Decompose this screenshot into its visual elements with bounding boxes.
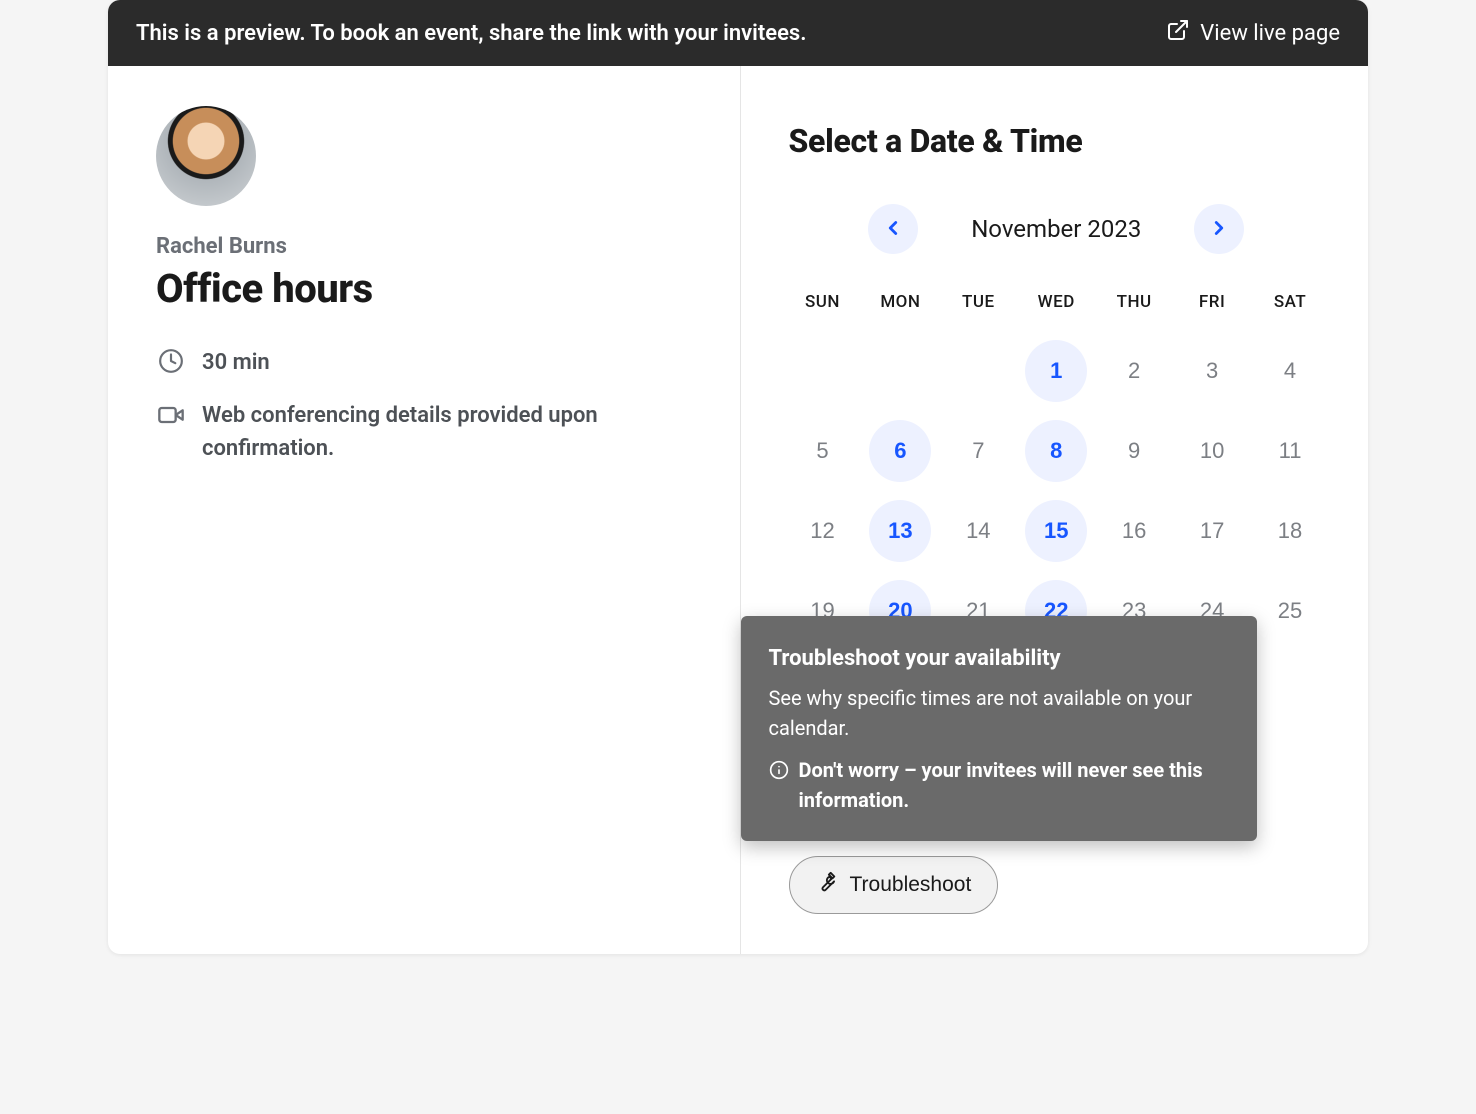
chevron-left-icon: [882, 217, 904, 242]
preview-banner: This is a preview. To book an event, sha…: [108, 0, 1368, 66]
troubleshoot-tooltip: Troubleshoot your availability See why s…: [741, 616, 1257, 841]
calendar-day-unavailable: 7: [947, 420, 1009, 482]
info-icon: [769, 758, 789, 788]
calendar-day-unavailable: 5: [791, 420, 853, 482]
external-link-icon: [1166, 18, 1190, 48]
calendar-cell: 6: [866, 420, 934, 482]
calendar-cell: [866, 340, 934, 402]
dow-header: SUN: [789, 286, 857, 322]
location-row: Web conferencing details provided upon c…: [156, 399, 692, 465]
calendar-day-unavailable: 10: [1181, 420, 1243, 482]
calendar-day-available[interactable]: 1: [1025, 340, 1087, 402]
calendar-day-unavailable: 4: [1259, 340, 1321, 402]
troubleshoot-label: Troubleshoot: [850, 873, 972, 897]
calendar-grid: SUNMONTUEWEDTHUFRISAT1234567891011121314…: [789, 286, 1325, 642]
calendar-cell: 17: [1178, 500, 1246, 562]
calendar-cell: 2: [1100, 340, 1168, 402]
month-label: November 2023: [946, 215, 1166, 243]
tooltip-subtitle: See why specific times are not available…: [769, 683, 1229, 743]
calendar-cell: 5: [789, 420, 857, 482]
troubleshoot-button[interactable]: Troubleshoot: [789, 856, 999, 914]
calendar-day-available[interactable]: 6: [869, 420, 931, 482]
calendar-cell: 15: [1022, 500, 1090, 562]
calendar-cell: [789, 340, 857, 402]
calendar-cell: 8: [1022, 420, 1090, 482]
chevron-right-icon: [1208, 217, 1230, 242]
calendar-panel: Select a Date & Time November 2023 SUNMO…: [741, 66, 1369, 954]
dow-header: WED: [1022, 286, 1090, 322]
dow-header: TUE: [944, 286, 1012, 322]
calendar-cell: 18: [1256, 500, 1324, 562]
calendar-day-available[interactable]: 13: [869, 500, 931, 562]
calendar-day-unavailable: 16: [1103, 500, 1165, 562]
duration-row: 30 min: [156, 346, 692, 379]
host-name: Rachel Burns: [156, 234, 692, 259]
calendar-cell: 13: [866, 500, 934, 562]
calendar-day-unavailable: 18: [1259, 500, 1321, 562]
event-details-panel: Rachel Burns Office hours 30 min Web con…: [108, 66, 741, 954]
dow-header: THU: [1100, 286, 1168, 322]
view-live-page-link[interactable]: View live page: [1166, 18, 1340, 48]
calendar-cell: 12: [789, 500, 857, 562]
calendar-cell: [944, 340, 1012, 402]
host-avatar: [156, 106, 256, 206]
duration-text: 30 min: [202, 346, 270, 379]
calendar-day-unavailable: 12: [791, 500, 853, 562]
prev-month-button[interactable]: [868, 204, 918, 254]
calendar-cell: 3: [1178, 340, 1246, 402]
calendar-cell: 14: [944, 500, 1012, 562]
tooltip-note: Don't worry – your invitees will never s…: [799, 755, 1229, 815]
calendar-day-unavailable: 2: [1103, 340, 1165, 402]
clock-icon: [156, 346, 186, 374]
calendar-day-available[interactable]: 15: [1025, 500, 1087, 562]
location-text: Web conferencing details provided upon c…: [202, 399, 662, 465]
calendar-nav: November 2023: [789, 204, 1325, 254]
preview-banner-text: This is a preview. To book an event, sha…: [136, 21, 807, 46]
calendar-cell: 4: [1256, 340, 1324, 402]
calendar-cell: 11: [1256, 420, 1324, 482]
calendar-day-unavailable: 17: [1181, 500, 1243, 562]
booking-preview-card: This is a preview. To book an event, sha…: [108, 0, 1368, 954]
calendar-day-unavailable: 11: [1259, 420, 1321, 482]
calendar-day-unavailable: 3: [1181, 340, 1243, 402]
video-icon: [156, 399, 186, 429]
calendar-day-unavailable: 9: [1103, 420, 1165, 482]
tooltip-title: Troubleshoot your availability: [769, 642, 1229, 675]
calendar-day-unavailable: 25: [1259, 580, 1321, 642]
calendar-cell: 25: [1256, 580, 1324, 642]
calendar-day-available[interactable]: 8: [1025, 420, 1087, 482]
calendar-cell: 10: [1178, 420, 1246, 482]
wrench-icon: [816, 871, 838, 899]
calendar-cell: 16: [1100, 500, 1168, 562]
calendar-cell: 7: [944, 420, 1012, 482]
dow-header: FRI: [1178, 286, 1246, 322]
select-date-title: Select a Date & Time: [789, 122, 1325, 160]
dow-header: SAT: [1256, 286, 1324, 322]
event-title: Office hours: [156, 265, 692, 312]
next-month-button[interactable]: [1194, 204, 1244, 254]
dow-header: MON: [866, 286, 934, 322]
calendar-cell: 1: [1022, 340, 1090, 402]
calendar-cell: 9: [1100, 420, 1168, 482]
view-live-page-label: View live page: [1200, 21, 1340, 46]
calendar-day-unavailable: 14: [947, 500, 1009, 562]
